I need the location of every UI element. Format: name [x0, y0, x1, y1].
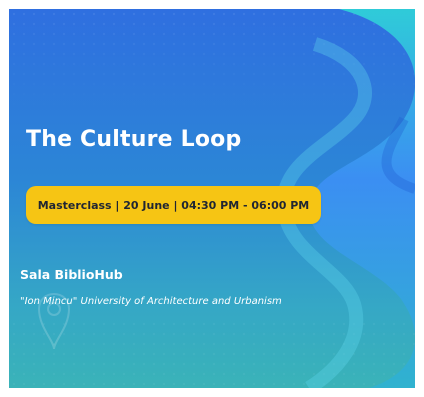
- venue-name: Sala BiblioHub: [20, 267, 123, 282]
- event-details-text: Masterclass | 20 June | 04:30 PM - 06:00…: [37, 198, 310, 212]
- event-details-badge: Masterclass | 20 June | 04:30 PM - 06:00…: [26, 186, 321, 224]
- institution-name: "Ion Mincu" University of Architecture a…: [20, 296, 282, 307]
- event-poster: The Culture Loop Masterclass | 20 June |…: [9, 9, 415, 388]
- event-title: The Culture Loop: [26, 127, 242, 152]
- event-poster-frame: The Culture Loop Masterclass | 20 June |…: [0, 0, 424, 397]
